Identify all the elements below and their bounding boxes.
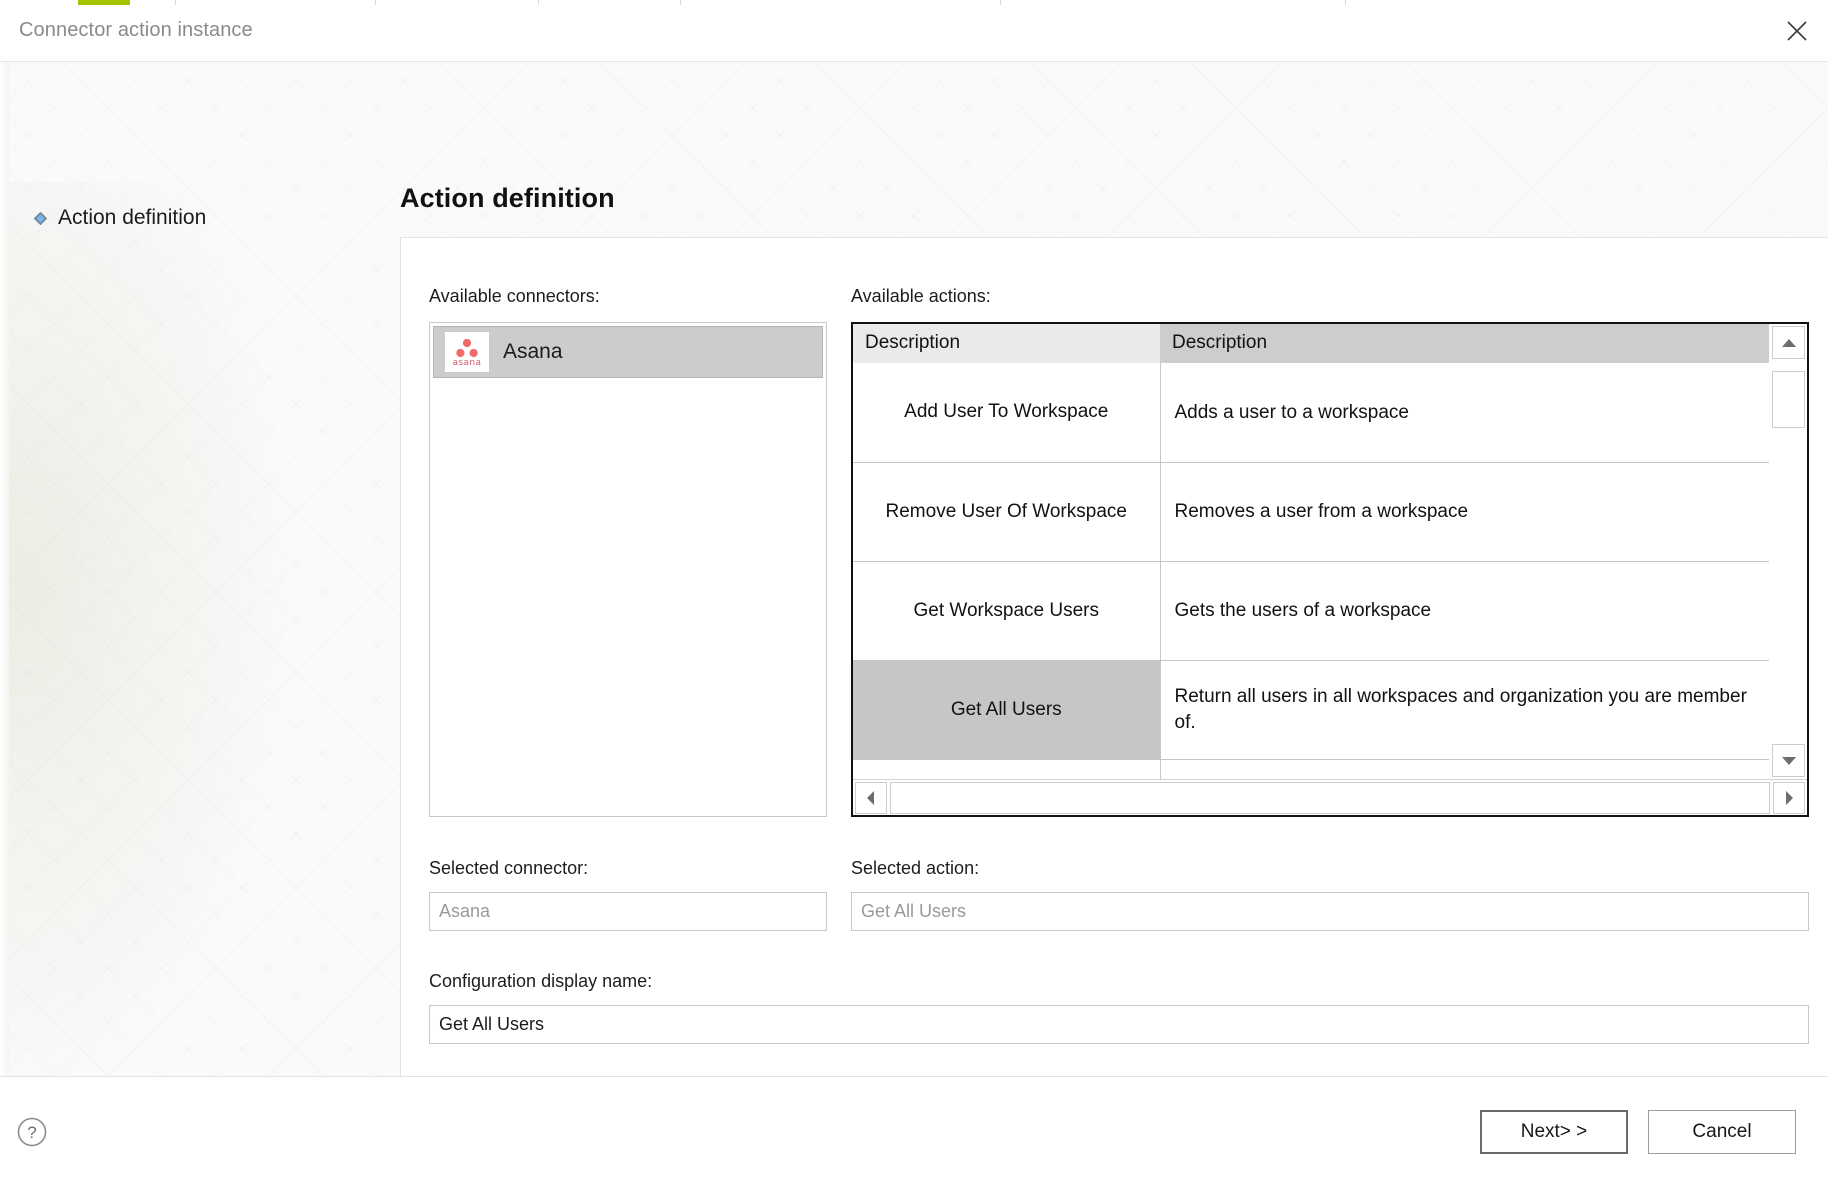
scroll-right-button[interactable] xyxy=(1773,781,1805,814)
action-description-cell: Return all users in all workspaces and o… xyxy=(1160,659,1769,759)
help-circle-icon: ? xyxy=(17,1117,47,1146)
table-row[interactable]: Remove User Of Workspace Removes a user … xyxy=(853,461,1769,561)
connector-item-asana[interactable]: asana Asana xyxy=(433,326,823,378)
close-button[interactable] xyxy=(1766,0,1828,61)
page-title: Action definition xyxy=(400,183,615,213)
chevron-right-icon xyxy=(1786,790,1793,805)
actions-grid-vertical-scrollbar[interactable] xyxy=(1769,324,1807,779)
column-header-description[interactable]: Description xyxy=(1160,324,1769,363)
connectors-section: Available connectors: asana Asana xyxy=(429,286,827,817)
asana-logo-icon: asana xyxy=(445,332,489,372)
diamond-bullet-icon xyxy=(34,211,47,225)
action-name-cell: Get All Users xyxy=(853,659,1161,759)
action-description-cell: Get UserGets a record of a single user u… xyxy=(1160,758,1769,779)
action-name-cell: Remove User Of Workspace xyxy=(853,461,1161,561)
action-name-cell: Add User To Workspace xyxy=(853,363,1161,462)
next-button[interactable]: Next> > xyxy=(1480,1109,1628,1154)
scroll-up-button[interactable] xyxy=(1772,326,1805,359)
selected-connector-input[interactable] xyxy=(429,892,827,931)
svg-text:?: ? xyxy=(27,1123,36,1142)
sidebar-item-label: Action definition xyxy=(58,206,207,229)
action-description-cell: Removes a user from a workspace xyxy=(1160,461,1769,561)
display-name-group: Configuration display name: xyxy=(401,971,1828,1044)
selected-action-group: Selected action: xyxy=(851,858,1828,931)
wizard-sidebar: Action definition xyxy=(0,62,390,1076)
dialog-body: Action definition Action definition Avai… xyxy=(0,62,1828,1076)
dialog-footer: ? Next> > Cancel xyxy=(0,1076,1828,1186)
content-card: Available connectors: asana Asana Availa… xyxy=(400,237,1828,1076)
display-name-input[interactable] xyxy=(429,1005,1809,1044)
table-row[interactable]: Get Workspace Users Gets the users of a … xyxy=(853,560,1769,660)
connectors-label: Available connectors: xyxy=(429,286,600,306)
asana-dots-icon xyxy=(456,338,478,358)
chevron-up-icon xyxy=(1781,338,1796,347)
sidebar-item-action-definition[interactable]: Action definition xyxy=(0,203,390,233)
selected-action-label: Selected action: xyxy=(851,858,980,878)
chevron-down-icon xyxy=(1781,756,1796,765)
selected-action-input[interactable] xyxy=(851,892,1809,931)
dialog-titlebar: Connector action instance xyxy=(0,0,1828,62)
column-header-name[interactable]: Description xyxy=(853,324,1160,363)
action-description-cell: Adds a user to a workspace xyxy=(1174,401,1409,423)
actions-table: Description Description Add User To Work… xyxy=(853,324,1769,779)
actions-label: Available actions: xyxy=(851,286,991,306)
table-header-row: Description Description xyxy=(853,324,1769,363)
selected-connector-label: Selected connector: xyxy=(429,858,589,878)
scroll-thumb-vertical[interactable] xyxy=(1772,371,1805,428)
actions-grid-viewport: Description Description Add User To Work… xyxy=(853,324,1769,779)
main-panel: Action definition Available connectors: xyxy=(390,62,1828,1076)
help-button[interactable]: ? xyxy=(12,1112,52,1152)
chevron-left-icon xyxy=(867,790,874,805)
actions-grid-horizontal-scrollbar[interactable] xyxy=(853,779,1807,815)
table-row[interactable]: Add User To Workspace Adds a user to a w… xyxy=(853,363,1769,462)
table-row[interactable]: Get User Get UserGets a record of a sing… xyxy=(853,758,1769,779)
connectors-listbox[interactable]: asana Asana xyxy=(429,322,827,817)
scroll-left-button[interactable] xyxy=(855,781,887,814)
asana-wordmark: asana xyxy=(452,358,482,368)
cancel-button[interactable]: Cancel xyxy=(1648,1109,1796,1154)
close-icon xyxy=(1787,20,1807,41)
selected-connector-group: Selected connector: xyxy=(429,858,827,931)
connector-action-dialog: Connector action instance Action definit… xyxy=(0,0,1828,1186)
action-name-cell: Get Workspace Users xyxy=(853,560,1161,660)
action-description-cell: Gets the users of a workspace xyxy=(1160,560,1769,660)
background-app-strip xyxy=(0,0,1828,5)
dialog-title: Connector action instance xyxy=(19,19,253,41)
scroll-down-button[interactable] xyxy=(1772,744,1805,777)
display-name-label: Configuration display name: xyxy=(429,971,653,991)
connector-item-label: Asana xyxy=(503,340,563,363)
action-name-cell: Get User xyxy=(853,758,1161,779)
accent-bar xyxy=(78,0,130,5)
table-row-selected[interactable]: Get All Users Return all users in all wo… xyxy=(853,659,1769,759)
actions-grid[interactable]: Description Description Add User To Work… xyxy=(851,322,1809,817)
actions-section: Available actions: Description Descripti… xyxy=(851,286,1828,817)
scroll-thumb-horizontal[interactable] xyxy=(890,781,1770,814)
